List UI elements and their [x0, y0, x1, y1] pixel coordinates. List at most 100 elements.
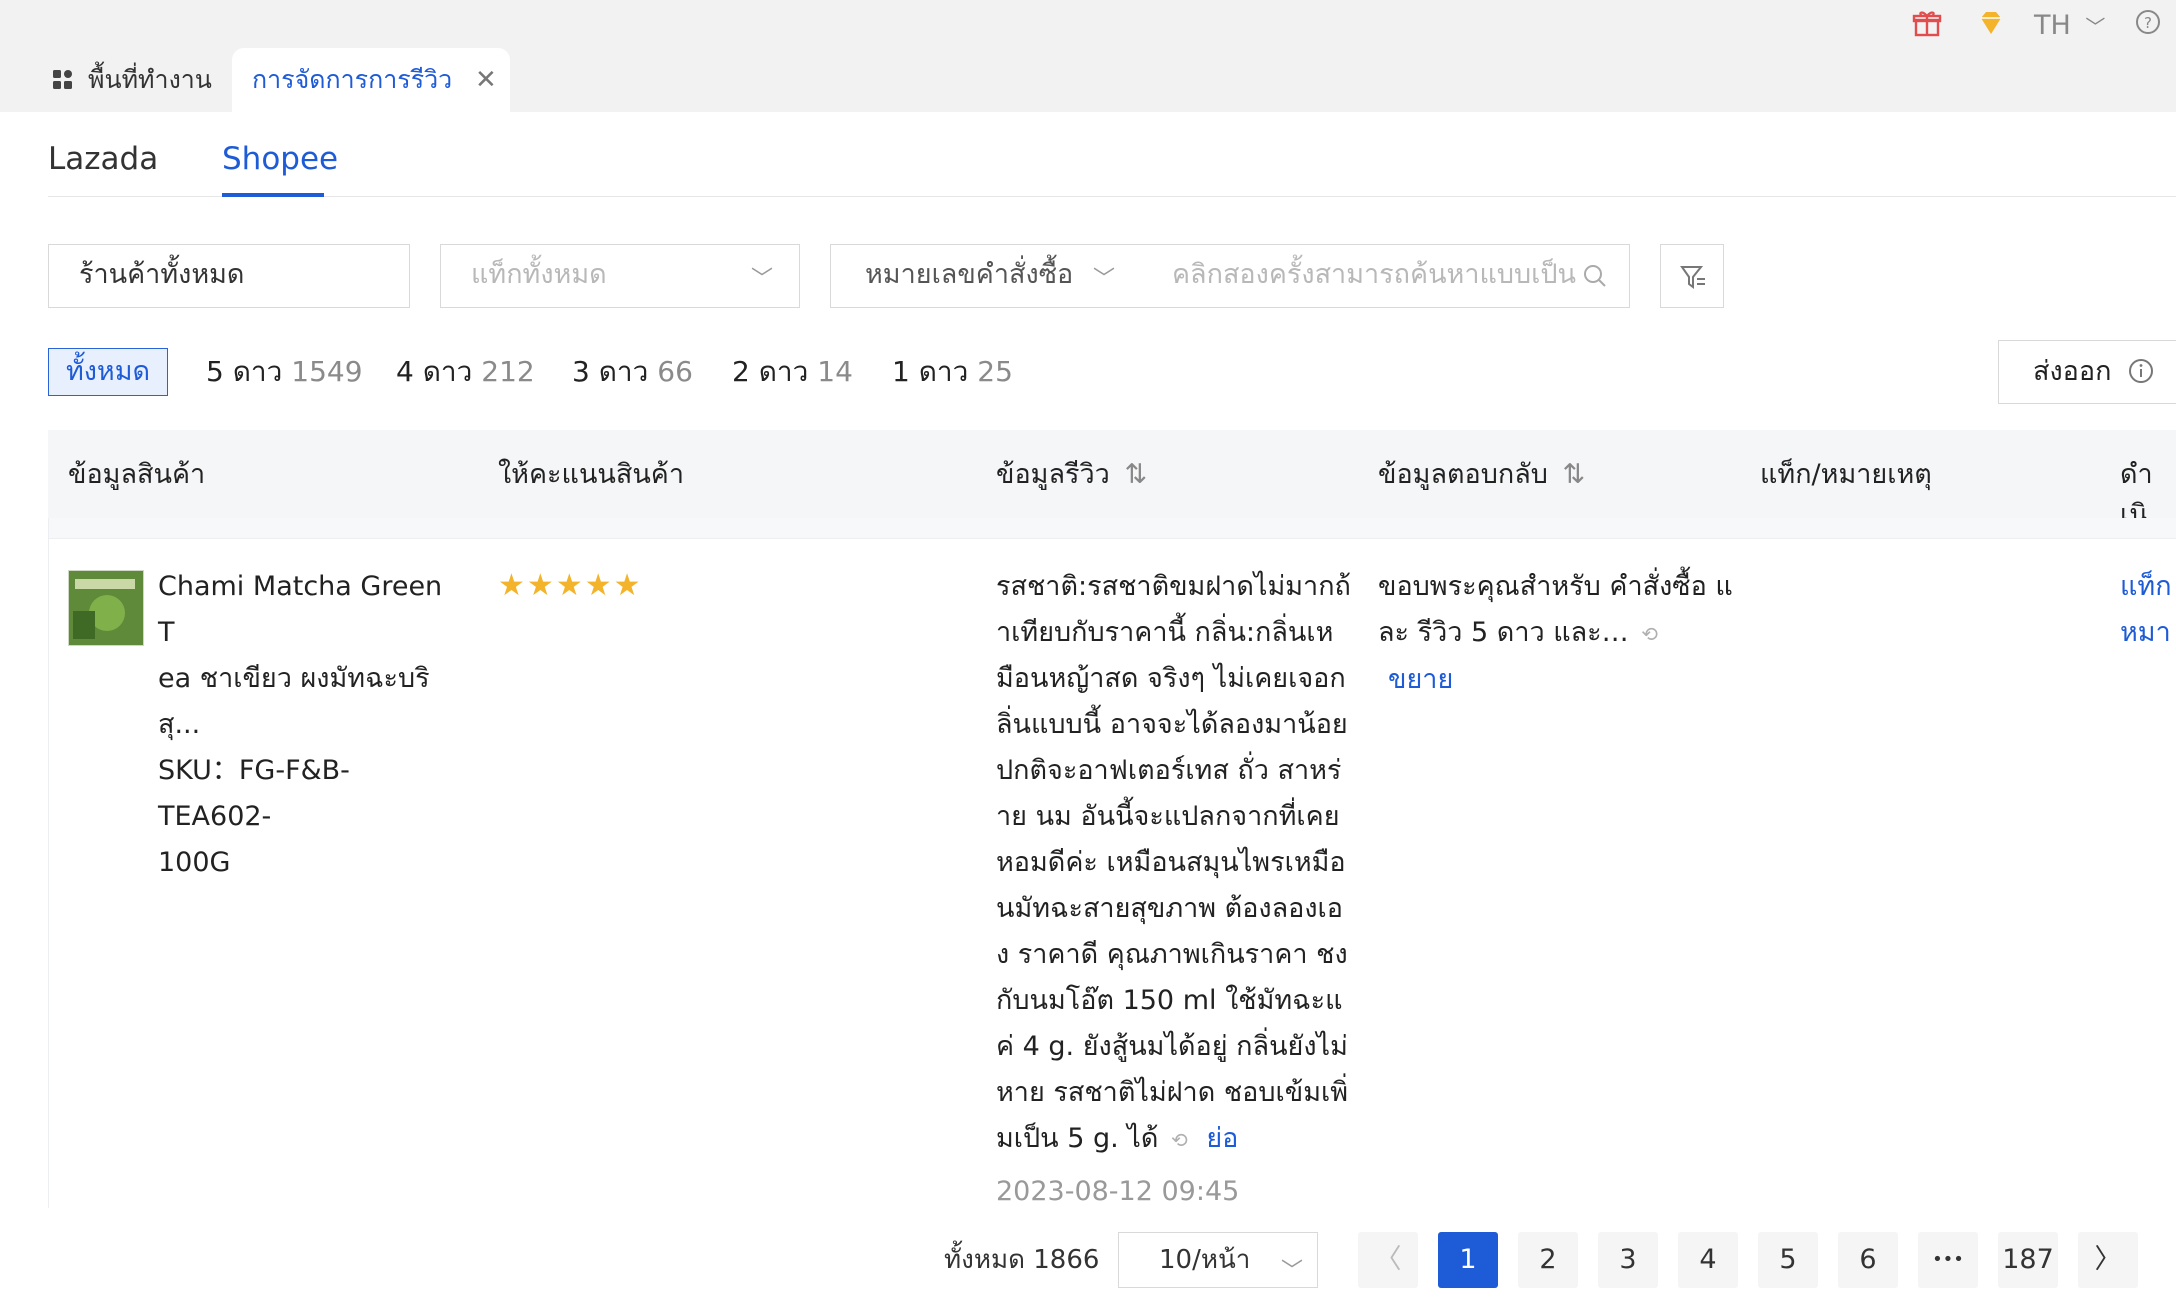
col-tags: แท็ก/หมายเหตุ [1760, 459, 1932, 490]
page-button-1[interactable]: 1 [1438, 1232, 1498, 1288]
review-text: รสชาติ:รสชาติขมฝาดไม่มากถ้ าเทียบกับราคา… [996, 564, 1356, 1215]
star-icon: ★ [555, 568, 585, 603]
col-reply[interactable]: ข้อมูลตอบกลับ ⇅ [1378, 455, 1585, 495]
col-review[interactable]: ข้อมูลรีวิว ⇅ [996, 455, 1147, 495]
export-button[interactable]: ส่งออก [1998, 340, 2176, 404]
page-button-last[interactable]: 187 [1998, 1232, 2058, 1288]
star-icon: ★ [526, 568, 556, 603]
tag-select-placeholder: แท็กทั้งหมด [471, 259, 607, 290]
tab-workspace-label: พื้นที่ทำงาน [88, 65, 212, 94]
star-filter-label: 2 ดาว [732, 355, 809, 388]
review-line: นมัทฉะสายสุขภาพ ต้องลองเอ [996, 893, 1344, 924]
translate-icon[interactable]: ⟲ [1171, 1128, 1188, 1152]
filter-icon [1680, 266, 1705, 289]
filter-button[interactable] [1660, 244, 1724, 308]
help-icon[interactable]: ? [2134, 8, 2162, 44]
reply-line: ละ รีวิว 5 ดาว และ… [1378, 617, 1629, 648]
product-info: Chami Matcha Green T ea ชาเขียว ผงมัทฉะบ… [158, 564, 458, 886]
review-line: หาย รสชาติไม่ฝาด ชอบเข้มเพิ่ [996, 1077, 1349, 1108]
star-filter-3[interactable]: 3 ดาว 66 [572, 352, 693, 392]
sort-icon[interactable]: ⇅ [1124, 459, 1147, 490]
chevron-down-icon: ﹀ [1093, 267, 1116, 292]
page-ellipsis[interactable]: ••• [1918, 1232, 1978, 1288]
language-selector[interactable]: TH ﹀ [2034, 8, 2105, 44]
search-type-value: หมายเลขคำสั่งซื้อ [865, 259, 1074, 290]
review-line: มือนหญ้าสด จริงๆ ไม่เคยเจอก [996, 663, 1346, 694]
platform-tabs-divider [48, 196, 2176, 197]
review-line: าเทียบกับราคานี้ กลิ่น:กลิ่นเห [996, 617, 1334, 648]
review-line: มเป็น 5 g. ได้ [996, 1123, 1159, 1154]
star-filter-label: 1 ดาว [892, 355, 969, 388]
page-button-6[interactable]: 6 [1838, 1232, 1898, 1288]
store-select-value: ร้านค้าทั้งหมด [79, 259, 245, 290]
store-select[interactable]: ร้านค้าทั้งหมด [48, 244, 410, 308]
table-spacer [48, 518, 2176, 539]
search-type-select[interactable]: หมายเลขคำสั่งซื้อ ﹀ [830, 244, 1142, 308]
tab-review-management-label: การจัดการการรีวิว [252, 65, 453, 94]
chevron-down-icon: ﹀ [1281, 1259, 1304, 1284]
col-rating: ให้คะแนนสินค้า [498, 459, 685, 490]
product-sku: SKU：FG-F&B-TEA602- [158, 755, 350, 832]
star-filter-label: 5 ดาว [206, 355, 283, 388]
search-input[interactable]: คลิกสองครั้งสามารถค้นหาแบบเป็น [1140, 244, 1630, 308]
reply-line: ขอบพระคุณสำหรับ คำสั่งซื้อ แ [1378, 571, 1733, 602]
product-name[interactable]: Chami Matcha Green T [158, 564, 458, 656]
page-button-2[interactable]: 2 [1518, 1232, 1578, 1288]
page-button-5[interactable]: 5 [1758, 1232, 1818, 1288]
page-size-select[interactable]: 10/หน้า ﹀ [1118, 1232, 1318, 1288]
star-icon: ★ [498, 568, 527, 603]
star-filter-2[interactable]: 2 ดาว 14 [732, 352, 853, 392]
page-size-value: 10/หน้า [1159, 1245, 1251, 1275]
reply-text: ขอบพระคุณสำหรับ คำสั่งซื้อ แ ละ รีวิว 5 … [1378, 564, 1738, 703]
star-filter-count: 25 [977, 355, 1013, 388]
svg-text:?: ? [2144, 14, 2152, 32]
export-label: ส่งออก [2033, 356, 2112, 387]
tab-workspace[interactable]: พื้นที่ทำงาน [0, 48, 212, 112]
product-thumbnail[interactable] [68, 570, 144, 646]
review-line: รสชาติ:รสชาติขมฝาดไม่มากถ้ [996, 571, 1351, 602]
review-line: กับนมโอ๊ต 150 ml ใช้มัทฉะแ [996, 985, 1343, 1016]
language-label: TH [2034, 10, 2071, 41]
chevron-down-icon: ﹀ [2085, 15, 2106, 39]
sort-icon[interactable]: ⇅ [1563, 459, 1586, 490]
review-line: ง ราคาดี คุณภาพเกินราคา ชง [996, 939, 1348, 970]
gift-icon[interactable] [1912, 8, 1942, 44]
search-icon[interactable] [1582, 263, 1608, 289]
action-tag-link[interactable]: แท็ก [2120, 564, 2172, 610]
star-icon: ★ [584, 568, 614, 603]
rating-stars: ★★★★★ [498, 568, 643, 603]
close-icon[interactable]: ✕ [475, 64, 497, 96]
col-product: ข้อมูลสินค้า [68, 459, 206, 490]
tag-select[interactable]: แท็กทั้งหมด ﹀ [440, 244, 800, 308]
info-icon [2129, 359, 2154, 383]
platform-tab-shopee[interactable]: Shopee [222, 136, 338, 182]
star-filter-count: 66 [657, 355, 693, 388]
product-sku-cont: 100G [158, 847, 231, 878]
chevron-down-icon: ﹀ [751, 267, 774, 292]
table-left-border [48, 518, 49, 1208]
collapse-link[interactable]: ย่อ [1206, 1123, 1238, 1154]
star-filter-count: 212 [481, 355, 535, 388]
action-note-link[interactable]: หมา [2120, 610, 2172, 656]
active-tab-indicator [222, 193, 324, 197]
translate-icon[interactable]: ⟲ [1641, 622, 1658, 646]
next-page-button[interactable]: 〉 [2078, 1232, 2138, 1288]
review-line: ค่ 4 g. ยังสู้นมได้อยู่ กลิ่นยังไม่ [996, 1031, 1348, 1062]
page-button-3[interactable]: 3 [1598, 1232, 1658, 1288]
star-filter-count: 14 [817, 355, 853, 388]
star-filter-count: 1549 [291, 355, 363, 388]
review-line: หอมดีค่ะ เหมือนสมุนไพรเหมือ [996, 847, 1346, 878]
expand-link[interactable]: ขยาย [1388, 664, 1453, 695]
star-filter-4[interactable]: 4 ดาว 212 [396, 352, 535, 392]
star-filter-5[interactable]: 5 ดาว 1549 [206, 352, 363, 392]
page-button-4[interactable]: 4 [1678, 1232, 1738, 1288]
star-filter-all[interactable]: ทั้งหมด [48, 348, 168, 396]
product-name-cont: ea ชาเขียว ผงมัทฉะบริสุ... [158, 663, 430, 740]
platform-tab-lazada[interactable]: Lazada [48, 136, 158, 182]
star-filter-1[interactable]: 1 ดาว 25 [892, 352, 1013, 392]
star-filter-label: 4 ดาว [396, 355, 473, 388]
row-actions: แท็ก หมา [2120, 564, 2172, 656]
diamond-icon[interactable] [1976, 8, 2006, 44]
star-filter-label: 3 ดาว [572, 355, 649, 388]
prev-page-button[interactable]: 〈 [1358, 1232, 1418, 1288]
